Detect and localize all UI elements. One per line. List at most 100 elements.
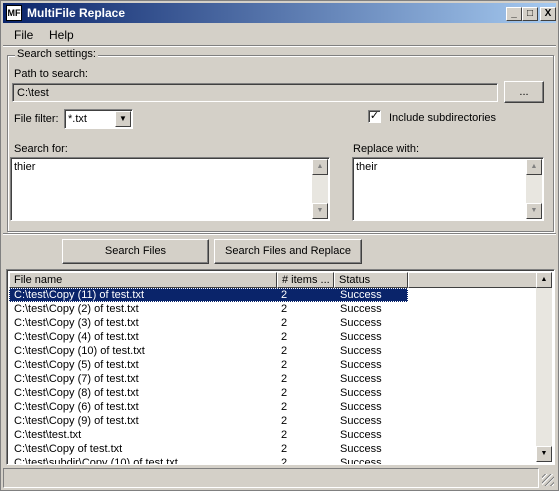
cell-status: Success: [340, 317, 382, 329]
cell-items: 2: [281, 387, 288, 399]
include-subdirectories-checkbox[interactable]: ✓: [368, 110, 381, 123]
cell-items: 2: [281, 317, 288, 329]
cell-file: C:\test\Copy (9) of test.txt: [14, 415, 139, 427]
cell-file: C:\test\Copy (4) of test.txt: [14, 331, 139, 343]
menu-file[interactable]: File: [14, 28, 33, 42]
table-row[interactable]: C:\test\test.txt 2 Success: [9, 428, 538, 442]
path-field[interactable]: C:\test: [12, 83, 498, 102]
table-row[interactable]: C:\test\Copy (2) of test.txt 2 Success: [9, 302, 538, 316]
column-status[interactable]: Status: [334, 272, 408, 288]
table-row[interactable]: C:\test\Copy of test.txt 2 Success: [9, 442, 538, 456]
column-file-name[interactable]: File name: [9, 272, 277, 288]
cell-items: 2: [281, 289, 288, 301]
results-header: File name # items ... Status: [9, 272, 538, 288]
status-text: [3, 468, 539, 488]
table-row[interactable]: C:\test\Copy (5) of test.txt 2 Success: [9, 358, 538, 372]
cell-file: C:\test\Copy (5) of test.txt: [14, 359, 139, 371]
replace-with-label: Replace with:: [353, 143, 420, 155]
file-filter-value: *.txt: [68, 113, 87, 125]
cell-status: Success: [340, 415, 382, 427]
maximize-button[interactable]: □: [522, 7, 538, 21]
table-row[interactable]: C:\test\Copy (8) of test.txt 2 Success: [9, 386, 538, 400]
scroll-up-icon[interactable]: ▲: [312, 159, 328, 175]
cell-file: C:\test\Copy (11) of test.txt: [14, 289, 145, 301]
main-window: MF MultiFile Replace _ □ X File Help Sea…: [0, 0, 559, 491]
table-row[interactable]: C:\test\Copy (7) of test.txt 2 Success: [9, 372, 538, 386]
window-title: MultiFile Replace: [27, 6, 126, 20]
table-row[interactable]: C:\test\Copy (4) of test.txt 2 Success: [9, 330, 538, 344]
cell-file: C:\test\Copy of test.txt: [14, 443, 123, 455]
column-items[interactable]: # items ...: [277, 272, 334, 288]
cell-file: C:\test\Copy (8) of test.txt: [14, 387, 139, 399]
menu-separator: [3, 45, 556, 47]
cell-status: Success: [340, 359, 382, 371]
cell-file: C:\test\Copy (3) of test.txt: [14, 317, 139, 329]
cell-file: C:\test\test.txt: [14, 429, 82, 441]
cell-file: C:\test\Copy (10) of test.txt: [14, 345, 145, 357]
search-and-replace-button[interactable]: Search Files and Replace: [214, 239, 362, 264]
replace-with-value: their: [356, 161, 378, 173]
scroll-up-icon[interactable]: ▲: [526, 159, 542, 175]
section-separator: [3, 233, 556, 235]
search-for-value: thier: [14, 161, 36, 173]
table-row[interactable]: C:\test\Copy (11) of test.txt 2 Success: [9, 288, 538, 302]
scroll-down-icon[interactable]: ▼: [536, 446, 552, 462]
title-bar[interactable]: MF MultiFile Replace _ □ X: [3, 3, 556, 23]
replace-with-scrollbar[interactable]: ▲ ▼: [526, 159, 542, 219]
search-for-label: Search for:: [14, 143, 68, 155]
cell-status: Success: [340, 401, 382, 413]
cell-items: 2: [281, 401, 288, 413]
menu-help[interactable]: Help: [49, 28, 74, 42]
scroll-up-icon[interactable]: ▲: [536, 272, 552, 288]
table-row[interactable]: C:\test\Copy (6) of test.txt 2 Success: [9, 400, 538, 414]
include-subdirectories-label: Include subdirectories: [389, 112, 497, 124]
scroll-down-icon[interactable]: ▼: [526, 203, 542, 219]
cell-items: 2: [281, 457, 288, 464]
table-row[interactable]: C:\test\Copy (3) of test.txt 2 Success: [9, 316, 538, 330]
cell-file: C:\test\Copy (6) of test.txt: [14, 401, 139, 413]
browse-button[interactable]: ...: [504, 81, 544, 103]
cell-status: Success: [340, 429, 382, 441]
cell-items: 2: [281, 429, 288, 441]
results-scrollbar[interactable]: ▲ ▼: [536, 272, 552, 462]
cell-status: Success: [340, 387, 382, 399]
search-settings-label: Search settings:: [15, 48, 98, 60]
search-files-button[interactable]: Search Files: [62, 239, 209, 264]
cell-items: 2: [281, 443, 288, 455]
search-for-textarea[interactable]: thier ▲ ▼: [10, 157, 330, 221]
table-row[interactable]: C:\test\Copy (10) of test.txt 2 Success: [9, 344, 538, 358]
cell-file: C:\test\subdir\Copy (10) of test.txt: [14, 457, 178, 464]
path-value: C:\test: [17, 87, 49, 99]
menu-bar: File Help: [3, 25, 556, 45]
filter-label: File filter:: [14, 113, 59, 125]
cell-status: Success: [340, 289, 382, 301]
column-filler: [408, 272, 538, 288]
cell-file: C:\test\Copy (7) of test.txt: [14, 373, 139, 385]
close-button[interactable]: X: [540, 7, 556, 21]
cell-status: Success: [340, 457, 382, 464]
cell-items: 2: [281, 303, 288, 315]
cell-status: Success: [340, 345, 382, 357]
cell-items: 2: [281, 415, 288, 427]
resize-grip-icon[interactable]: [542, 474, 554, 486]
status-bar: [3, 468, 556, 488]
path-label: Path to search:: [14, 68, 88, 80]
cell-items: 2: [281, 359, 288, 371]
app-icon: MF: [6, 5, 22, 21]
minimize-button[interactable]: _: [506, 7, 522, 21]
table-row[interactable]: C:\test\subdir\Copy (10) of test.txt 2 Suc…: [9, 456, 538, 464]
file-filter-combo[interactable]: *.txt ▼: [64, 109, 133, 129]
search-for-scrollbar[interactable]: ▲ ▼: [312, 159, 328, 219]
cell-items: 2: [281, 373, 288, 385]
cell-status: Success: [340, 331, 382, 343]
chevron-down-icon[interactable]: ▼: [115, 111, 131, 127]
scroll-down-icon[interactable]: ▼: [312, 203, 328, 219]
table-row[interactable]: C:\test\Copy (9) of test.txt 2 Success: [9, 414, 538, 428]
cell-items: 2: [281, 331, 288, 343]
results-list[interactable]: File name # items ... Status C:\test\Cop…: [6, 269, 555, 465]
cell-items: 2: [281, 345, 288, 357]
cell-status: Success: [340, 443, 382, 455]
cell-file: C:\test\Copy (2) of test.txt: [14, 303, 139, 315]
cell-status: Success: [340, 303, 382, 315]
replace-with-textarea[interactable]: their ▲ ▼: [352, 157, 544, 221]
